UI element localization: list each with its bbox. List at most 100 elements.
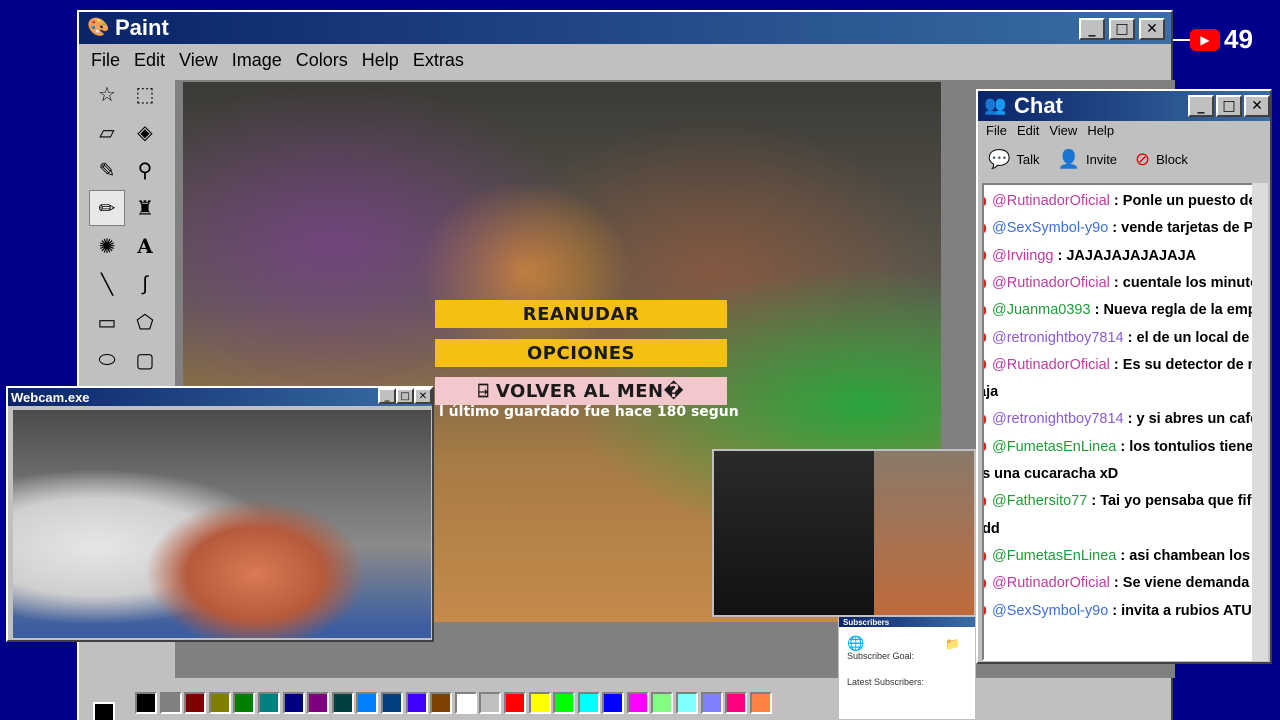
palette-swatch[interactable] [380,692,403,714]
palette-swatch[interactable] [503,692,526,714]
webcam-titlebar[interactable]: Webcam.exe [8,388,432,406]
talk-button[interactable]: 💬 Talk [988,149,1040,170]
curve-icon[interactable]: ∫ [127,266,163,302]
palette-swatch[interactable] [184,692,207,714]
invite-button[interactable]: 👤 Invite [1058,149,1118,170]
save-note: l último guardado fue hace 180 segundos [439,404,739,420]
menu-file[interactable]: File [91,50,120,71]
magnifier-icon[interactable]: ⚲ [127,152,163,188]
brush-icon[interactable]: ♜ [127,190,163,226]
rect-select-icon[interactable]: ⬚ [127,76,163,112]
chat-title: Chat [1014,93,1063,118]
chat-scrollbar[interactable] [1252,183,1268,661]
webcam-minimize-button[interactable]: _ [378,388,396,404]
chat-menu-view[interactable]: View [1049,123,1077,138]
palette-swatch[interactable] [651,692,674,714]
chat-username[interactable]: @SexSymbol-y9o [992,220,1108,236]
chat-username[interactable]: @FumetasEnLinea [992,548,1116,564]
chat-menu-edit[interactable]: Edit [1017,123,1039,138]
palette-swatch[interactable] [159,692,182,714]
palette-swatch[interactable] [135,692,157,714]
menu-colors[interactable]: Colors [296,50,348,71]
palette-swatch[interactable] [553,692,576,714]
chat-message-text: : Ponle un puesto de ques [1113,193,1257,209]
paint-titlebar[interactable]: 🎨 Paint [79,12,1171,44]
rounded-rect-icon[interactable]: ▢ [127,342,163,378]
palette-swatch[interactable] [307,692,330,714]
menu-help[interactable]: Help [362,50,399,71]
palette-swatch[interactable] [676,692,699,714]
palette-swatch[interactable] [233,692,256,714]
ellipse-icon[interactable]: ⬭ [89,342,125,378]
minimize-button[interactable]: _ [1079,18,1105,40]
chat-app-icon: 👥 [984,95,1007,115]
palette-swatch[interactable] [405,692,428,714]
close-button[interactable]: ✕ [1139,18,1165,40]
palette-swatch[interactable] [479,692,502,714]
webcam-maximize-button[interactable]: □ [396,388,414,404]
chat-minimize-button[interactable]: _ [1188,95,1214,117]
webcam-close-button[interactable]: ✕ [414,388,432,404]
chat-username[interactable]: @retronightboy7814 [992,411,1124,427]
menu-image[interactable]: Image [232,50,282,71]
back-to-menu-button[interactable]: ⍈ VOLVER AL MEN� [435,377,727,405]
chat-message: @RutinadorOficial : Es su detector de me… [984,357,1256,373]
polygon-icon[interactable]: ⬠ [127,304,163,340]
airbrush-icon[interactable]: ✺ [89,228,125,264]
chat-username[interactable]: @RutinadorOficial [992,357,1110,373]
palette-swatch[interactable] [257,692,280,714]
chat-message: @RutinadorOficial : Ponle un puesto de q… [984,193,1257,209]
palette-swatch[interactable] [749,692,772,714]
palette-swatch[interactable] [700,692,723,714]
palette-swatch[interactable] [208,692,231,714]
menu-view[interactable]: View [179,50,218,71]
chat-maximize-button[interactable]: □ [1216,95,1242,117]
youtube-badge-icon [984,196,986,206]
palette-swatch[interactable] [356,692,379,714]
chat-username[interactable]: @RutinadorOficial [992,275,1110,291]
eraser-icon[interactable]: ▱ [89,114,125,150]
chat-username[interactable]: @SexSymbol-y9o [992,603,1108,619]
foreground-color[interactable] [93,702,115,720]
fill-icon[interactable]: ◈ [127,114,163,150]
rectangle-icon[interactable]: ▭ [89,304,125,340]
line-icon[interactable]: ╲ [89,266,125,302]
pip-video [712,449,976,617]
chat-username[interactable]: @Irviingg [992,248,1053,264]
menu-edit[interactable]: Edit [134,50,165,71]
palette-swatch[interactable] [331,692,354,714]
palette-swatch[interactable] [602,692,625,714]
picker-icon[interactable]: ✎ [89,152,125,188]
block-button[interactable]: ⊘ Block [1135,149,1188,170]
chat-username[interactable]: @FumetasEnLinea [992,439,1116,455]
chat-message-continuation: jaja [984,384,999,401]
chat-message: @FumetasEnLinea : los tontulios tienen m… [984,439,1256,455]
maximize-button[interactable]: □ [1109,18,1135,40]
palette-swatch[interactable] [528,692,551,714]
free-select-icon[interactable]: ☆ [89,76,125,112]
options-button[interactable]: OPCIONES [435,339,727,367]
chat-username[interactable]: @RutinadorOficial [992,193,1110,209]
chat-menu-file[interactable]: File [986,123,1007,138]
chat-username[interactable]: @Fathersito77 [992,493,1087,509]
chat-username[interactable]: @RutinadorOficial [992,575,1110,591]
pencil-icon[interactable]: ✏ [89,190,125,226]
palette-swatch[interactable] [626,692,649,714]
resume-button[interactable]: REANUDAR [435,300,727,328]
menu-extras[interactable]: Extras [413,50,464,71]
palette-swatch[interactable] [282,692,305,714]
palette-swatch[interactable] [577,692,600,714]
palette-swatch[interactable] [454,692,477,714]
chat-menu-help[interactable]: Help [1087,123,1114,138]
chat-close-button[interactable]: ✕ [1244,95,1270,117]
text-icon[interactable]: A [127,228,163,264]
youtube-badge-icon [984,415,986,425]
chat-username[interactable]: @retronightboy7814 [992,330,1124,346]
youtube-badge-icon [984,606,986,616]
chat-message-text: : Se viene demanda [1109,575,1250,592]
chat-username[interactable]: @Juanma0393 [992,302,1091,318]
palette-swatch[interactable] [430,692,453,714]
palette-swatch[interactable] [725,692,748,714]
chat-log[interactable]: @RutinadorOficial : Ponle un puesto de q… [982,183,1258,661]
current-colors[interactable] [87,692,129,720]
